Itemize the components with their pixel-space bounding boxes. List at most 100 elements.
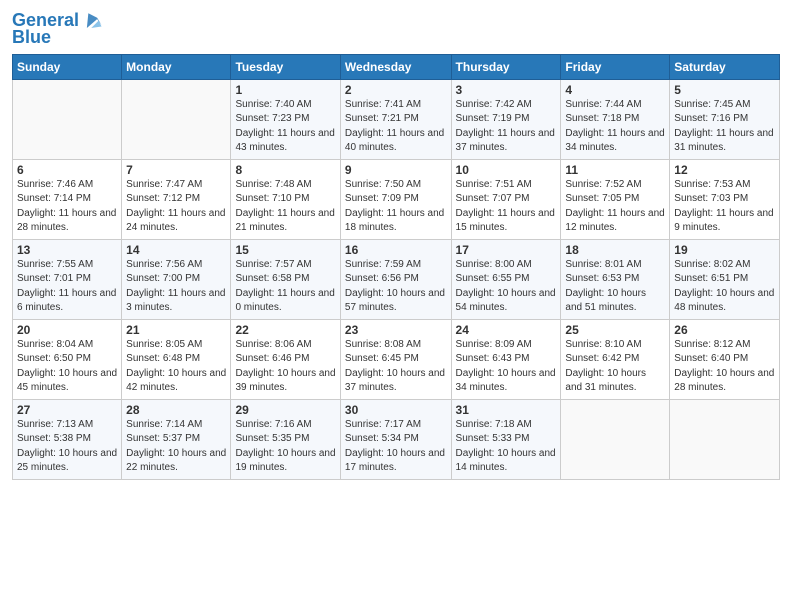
day-number: 4: [565, 83, 665, 97]
day-info: Sunrise: 7:53 AMSunset: 7:03 PMDaylight:…: [674, 178, 775, 236]
day-of-week-header: Friday: [561, 54, 670, 79]
day-info: Sunrise: 7:48 AMSunset: 7:10 PMDaylight:…: [235, 178, 335, 236]
day-of-week-header: Saturday: [670, 54, 780, 79]
day-number: 10: [456, 163, 557, 177]
calendar-cell: [13, 79, 122, 159]
day-info: Sunrise: 7:46 AMSunset: 7:14 PMDaylight:…: [17, 178, 117, 236]
calendar-cell: 18Sunrise: 8:01 AMSunset: 6:53 PMDayligh…: [561, 239, 670, 319]
day-info: Sunrise: 8:01 AMSunset: 6:53 PMDaylight:…: [565, 258, 665, 316]
day-number: 8: [235, 163, 335, 177]
calendar-cell: 13Sunrise: 7:55 AMSunset: 7:01 PMDayligh…: [13, 239, 122, 319]
calendar-cell: 9Sunrise: 7:50 AMSunset: 7:09 PMDaylight…: [340, 159, 451, 239]
day-info: Sunrise: 7:42 AMSunset: 7:19 PMDaylight:…: [456, 98, 557, 156]
calendar-cell: 27Sunrise: 7:13 AMSunset: 5:38 PMDayligh…: [13, 399, 122, 479]
calendar-week-row: 1Sunrise: 7:40 AMSunset: 7:23 PMDaylight…: [13, 79, 780, 159]
calendar-week-row: 27Sunrise: 7:13 AMSunset: 5:38 PMDayligh…: [13, 399, 780, 479]
day-info: Sunrise: 7:16 AMSunset: 5:35 PMDaylight:…: [235, 418, 335, 476]
day-number: 14: [126, 243, 226, 257]
day-number: 25: [565, 323, 665, 337]
calendar-week-row: 13Sunrise: 7:55 AMSunset: 7:01 PMDayligh…: [13, 239, 780, 319]
day-info: Sunrise: 8:09 AMSunset: 6:43 PMDaylight:…: [456, 338, 557, 396]
day-number: 20: [17, 323, 117, 337]
day-info: Sunrise: 7:50 AMSunset: 7:09 PMDaylight:…: [345, 178, 447, 236]
calendar-cell: 15Sunrise: 7:57 AMSunset: 6:58 PMDayligh…: [231, 239, 340, 319]
day-of-week-header: Sunday: [13, 54, 122, 79]
day-info: Sunrise: 7:40 AMSunset: 7:23 PMDaylight:…: [235, 98, 335, 156]
calendar-cell: 28Sunrise: 7:14 AMSunset: 5:37 PMDayligh…: [122, 399, 231, 479]
day-number: 18: [565, 243, 665, 257]
calendar-cell: 11Sunrise: 7:52 AMSunset: 7:05 PMDayligh…: [561, 159, 670, 239]
day-info: Sunrise: 8:05 AMSunset: 6:48 PMDaylight:…: [126, 338, 226, 396]
day-info: Sunrise: 7:14 AMSunset: 5:37 PMDaylight:…: [126, 418, 226, 476]
calendar-cell: 23Sunrise: 8:08 AMSunset: 6:45 PMDayligh…: [340, 319, 451, 399]
day-info: Sunrise: 7:41 AMSunset: 7:21 PMDaylight:…: [345, 98, 447, 156]
day-number: 22: [235, 323, 335, 337]
calendar-cell: 25Sunrise: 8:10 AMSunset: 6:42 PMDayligh…: [561, 319, 670, 399]
calendar-cell: 29Sunrise: 7:16 AMSunset: 5:35 PMDayligh…: [231, 399, 340, 479]
calendar-cell: 24Sunrise: 8:09 AMSunset: 6:43 PMDayligh…: [451, 319, 561, 399]
day-info: Sunrise: 7:51 AMSunset: 7:07 PMDaylight:…: [456, 178, 557, 236]
calendar-cell: 20Sunrise: 8:04 AMSunset: 6:50 PMDayligh…: [13, 319, 122, 399]
day-info: Sunrise: 7:45 AMSunset: 7:16 PMDaylight:…: [674, 98, 775, 156]
day-number: 26: [674, 323, 775, 337]
calendar-cell: 2Sunrise: 7:41 AMSunset: 7:21 PMDaylight…: [340, 79, 451, 159]
calendar-week-row: 6Sunrise: 7:46 AMSunset: 7:14 PMDaylight…: [13, 159, 780, 239]
page: General Blue SundayMondayTuesdayWednesda…: [0, 0, 792, 612]
calendar-cell: 4Sunrise: 7:44 AMSunset: 7:18 PMDaylight…: [561, 79, 670, 159]
calendar-cell: 14Sunrise: 7:56 AMSunset: 7:00 PMDayligh…: [122, 239, 231, 319]
day-info: Sunrise: 7:44 AMSunset: 7:18 PMDaylight:…: [565, 98, 665, 156]
calendar-cell: 10Sunrise: 7:51 AMSunset: 7:07 PMDayligh…: [451, 159, 561, 239]
calendar-week-row: 20Sunrise: 8:04 AMSunset: 6:50 PMDayligh…: [13, 319, 780, 399]
day-of-week-header: Wednesday: [340, 54, 451, 79]
day-info: Sunrise: 7:18 AMSunset: 5:33 PMDaylight:…: [456, 418, 557, 476]
day-number: 5: [674, 83, 775, 97]
day-of-week-header: Tuesday: [231, 54, 340, 79]
day-number: 11: [565, 163, 665, 177]
day-number: 9: [345, 163, 447, 177]
day-number: 31: [456, 403, 557, 417]
day-number: 7: [126, 163, 226, 177]
day-info: Sunrise: 8:06 AMSunset: 6:46 PMDaylight:…: [235, 338, 335, 396]
day-info: Sunrise: 7:47 AMSunset: 7:12 PMDaylight:…: [126, 178, 226, 236]
day-info: Sunrise: 7:59 AMSunset: 6:56 PMDaylight:…: [345, 258, 447, 316]
day-info: Sunrise: 8:08 AMSunset: 6:45 PMDaylight:…: [345, 338, 447, 396]
day-number: 17: [456, 243, 557, 257]
calendar-cell: [122, 79, 231, 159]
day-number: 19: [674, 243, 775, 257]
day-info: Sunrise: 7:17 AMSunset: 5:34 PMDaylight:…: [345, 418, 447, 476]
calendar-cell: 7Sunrise: 7:47 AMSunset: 7:12 PMDaylight…: [122, 159, 231, 239]
logo-icon: [81, 10, 103, 32]
calendar-cell: 12Sunrise: 7:53 AMSunset: 7:03 PMDayligh…: [670, 159, 780, 239]
calendar: SundayMondayTuesdayWednesdayThursdayFrid…: [12, 54, 780, 480]
day-info: Sunrise: 8:04 AMSunset: 6:50 PMDaylight:…: [17, 338, 117, 396]
logo: General Blue: [12, 10, 103, 48]
day-number: 29: [235, 403, 335, 417]
calendar-cell: 5Sunrise: 7:45 AMSunset: 7:16 PMDaylight…: [670, 79, 780, 159]
day-number: 12: [674, 163, 775, 177]
calendar-cell: 21Sunrise: 8:05 AMSunset: 6:48 PMDayligh…: [122, 319, 231, 399]
calendar-cell: 16Sunrise: 7:59 AMSunset: 6:56 PMDayligh…: [340, 239, 451, 319]
day-number: 13: [17, 243, 117, 257]
calendar-cell: 8Sunrise: 7:48 AMSunset: 7:10 PMDaylight…: [231, 159, 340, 239]
day-number: 6: [17, 163, 117, 177]
day-number: 23: [345, 323, 447, 337]
calendar-cell: 17Sunrise: 8:00 AMSunset: 6:55 PMDayligh…: [451, 239, 561, 319]
calendar-cell: 26Sunrise: 8:12 AMSunset: 6:40 PMDayligh…: [670, 319, 780, 399]
day-number: 28: [126, 403, 226, 417]
calendar-cell: [670, 399, 780, 479]
day-info: Sunrise: 8:00 AMSunset: 6:55 PMDaylight:…: [456, 258, 557, 316]
calendar-cell: 19Sunrise: 8:02 AMSunset: 6:51 PMDayligh…: [670, 239, 780, 319]
calendar-cell: 1Sunrise: 7:40 AMSunset: 7:23 PMDaylight…: [231, 79, 340, 159]
day-number: 2: [345, 83, 447, 97]
day-of-week-header: Monday: [122, 54, 231, 79]
logo-text-blue: Blue: [12, 28, 51, 48]
calendar-cell: 6Sunrise: 7:46 AMSunset: 7:14 PMDaylight…: [13, 159, 122, 239]
calendar-header-row: SundayMondayTuesdayWednesdayThursdayFrid…: [13, 54, 780, 79]
day-of-week-header: Thursday: [451, 54, 561, 79]
day-number: 30: [345, 403, 447, 417]
calendar-cell: [561, 399, 670, 479]
calendar-cell: 22Sunrise: 8:06 AMSunset: 6:46 PMDayligh…: [231, 319, 340, 399]
calendar-cell: 3Sunrise: 7:42 AMSunset: 7:19 PMDaylight…: [451, 79, 561, 159]
day-number: 1: [235, 83, 335, 97]
calendar-cell: 30Sunrise: 7:17 AMSunset: 5:34 PMDayligh…: [340, 399, 451, 479]
